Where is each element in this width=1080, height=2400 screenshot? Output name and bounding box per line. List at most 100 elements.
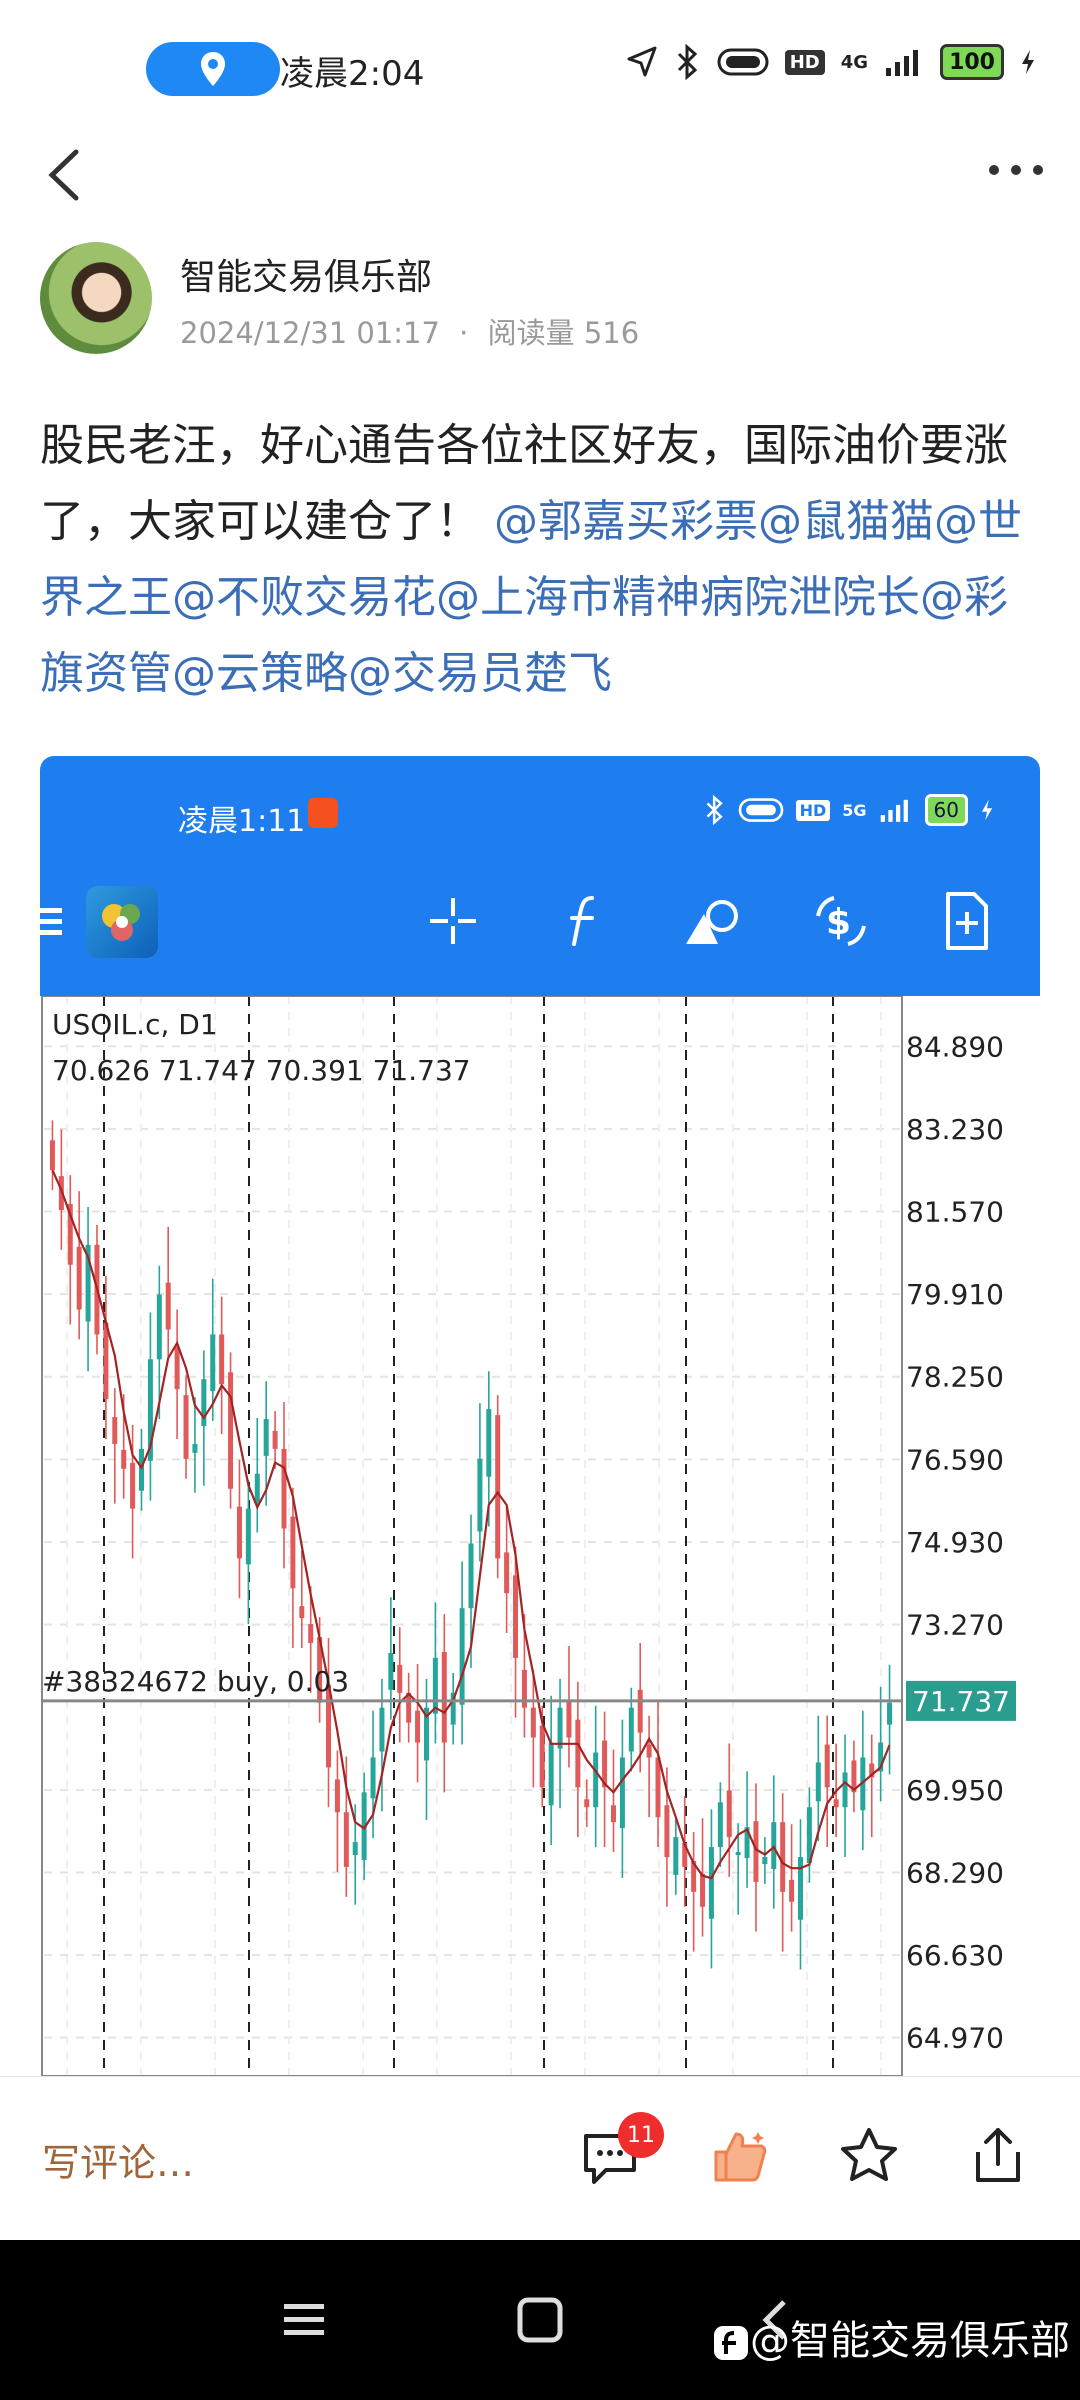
- candle-body: [664, 1805, 670, 1858]
- candle-body: [610, 1805, 616, 1823]
- network-label: 4G: [840, 51, 869, 73]
- candle-body: [655, 1757, 661, 1818]
- like-icon[interactable]: [710, 2126, 770, 2186]
- price-tick-label: 73.270: [906, 1609, 1004, 1642]
- indicators-icon[interactable]: [548, 886, 618, 956]
- candle-body: [183, 1395, 189, 1459]
- candle-body: [477, 1458, 483, 1532]
- candle-body: [165, 1282, 171, 1330]
- candle-body: [700, 1873, 706, 1907]
- post-body: 股民老汪，好心通告各位社区好友，国际油价要涨了，大家可以建仓了！ @郭嘉买彩票@…: [40, 408, 1050, 712]
- candle-body: [254, 1473, 260, 1503]
- share-icon[interactable]: [970, 2124, 1026, 2186]
- menu-icon[interactable]: [40, 904, 64, 940]
- signal-icon: [880, 799, 908, 822]
- author-name[interactable]: 智能交易俱乐部: [180, 248, 432, 300]
- candle-body: [352, 1842, 358, 1856]
- candle-body: [789, 1879, 795, 1902]
- candle-body: [290, 1516, 296, 1589]
- candle-body: [139, 1448, 145, 1491]
- network-label: 5G: [842, 800, 867, 820]
- candle-body: [468, 1543, 474, 1609]
- favorite-star-icon[interactable]: [838, 2126, 900, 2186]
- candle-body: [619, 1757, 625, 1829]
- embedded-screenshot[interactable]: 凌晨1:11 HD 5G 60 $ 84.890 83.230 81.570 7…: [40, 756, 1040, 2076]
- price-tick-label: 84.890: [906, 1030, 1004, 1063]
- price-tick-label: 68.290: [906, 1856, 1004, 1889]
- crosshair-icon[interactable]: [418, 886, 488, 956]
- bluetooth-icon: [677, 44, 697, 80]
- candle-body: [530, 1707, 536, 1738]
- comment-input[interactable]: 写评论…: [42, 2132, 194, 2187]
- candle-body: [236, 1506, 242, 1559]
- candle-body: [379, 1707, 385, 1752]
- candle-body: [192, 1443, 198, 1453]
- candle-body: [156, 1294, 162, 1360]
- candle-body: [219, 1334, 225, 1385]
- metatrader-app-icon[interactable]: [86, 886, 158, 958]
- candle-body: [343, 1812, 349, 1867]
- bluetooth-icon: [706, 795, 723, 825]
- back-button[interactable]: [44, 140, 104, 210]
- author-avatar[interactable]: [40, 242, 152, 354]
- candle-body: [299, 1606, 305, 1619]
- candle-body: [174, 1347, 180, 1390]
- candle-body: [432, 1657, 438, 1714]
- candle-body: [815, 1762, 821, 1802]
- candle-body: [397, 1664, 403, 1693]
- price-tick-label: 64.970: [906, 2022, 1004, 2055]
- navigation-arrow-icon: [627, 46, 657, 77]
- candle-body: [49, 1140, 55, 1171]
- candle-body: [726, 1790, 732, 1838]
- hd-icon: HD: [784, 49, 825, 75]
- price-chart[interactable]: 84.890 83.230 81.570 79.910 78.250 76.590 74.9…: [40, 995, 1040, 2076]
- candle-body: [842, 1772, 848, 1808]
- nfc-icon: [738, 798, 783, 822]
- new-order-icon[interactable]: [932, 886, 1002, 956]
- price-tick-label: 78.250: [906, 1361, 1004, 1394]
- candle-body: [771, 1822, 777, 1869]
- price-chart-svg[interactable]: 84.890 83.230 81.570 79.910 78.250 76.590 74.9…: [40, 995, 1040, 2076]
- metatrader-logo-icon: [102, 904, 140, 941]
- chart-ohlc: 70.626 71.747 70.391 71.737: [52, 1054, 471, 1087]
- price-tick-label: 69.950: [906, 1774, 1004, 1807]
- candle-body: [833, 1799, 839, 1808]
- more-dots-icon: [989, 165, 1043, 175]
- objects-icon[interactable]: [676, 886, 746, 956]
- candle-body: [308, 1624, 314, 1644]
- candle-body: [486, 1409, 492, 1477]
- candle-body: [112, 1417, 118, 1444]
- trade-icon[interactable]: $: [806, 886, 876, 956]
- post-meta: 2024/12/31 01:17 · 阅读量 516: [180, 310, 639, 352]
- current-price-label: 71.737: [912, 1685, 1010, 1718]
- candle-body: [887, 1702, 893, 1725]
- charging-icon: [981, 799, 993, 821]
- candle-body: [263, 1419, 269, 1456]
- order-label: #38324672 buy, 0.03: [42, 1665, 349, 1698]
- platform-logo-icon: [714, 2326, 748, 2360]
- battery-indicator: 60: [924, 794, 968, 826]
- candle-body: [210, 1334, 216, 1392]
- status-bar: 凌晨2:04 HD 4G 100: [0, 0, 1080, 140]
- price-tick-label: 81.570: [906, 1196, 1004, 1229]
- status-icons: HD 4G 100: [625, 44, 1036, 80]
- hd-icon: HD: [795, 799, 831, 821]
- svg-text:$: $: [826, 902, 851, 943]
- home-icon[interactable]: [516, 2296, 564, 2344]
- post-date: 2024/12/31 01:17: [180, 316, 440, 350]
- watermark: @智能交易俱乐部: [712, 2308, 1070, 2366]
- candle-body: [415, 1710, 421, 1743]
- candle-body: [780, 1822, 786, 1892]
- more-options-button[interactable]: [986, 150, 1046, 190]
- candle-body: [245, 1508, 251, 1565]
- screen-record-icon: [308, 798, 338, 828]
- screenshot-status-icons: HD 5G 60: [704, 794, 994, 826]
- recent-apps-icon[interactable]: [282, 2300, 326, 2340]
- candle-body: [459, 1608, 465, 1705]
- candle-body: [130, 1462, 136, 1509]
- price-tick-label: 76.590: [906, 1443, 1004, 1476]
- candle-body: [495, 1415, 501, 1559]
- meta-separator: ·: [459, 316, 469, 350]
- candle-body: [388, 1652, 394, 1690]
- signal-icon: [886, 50, 919, 76]
